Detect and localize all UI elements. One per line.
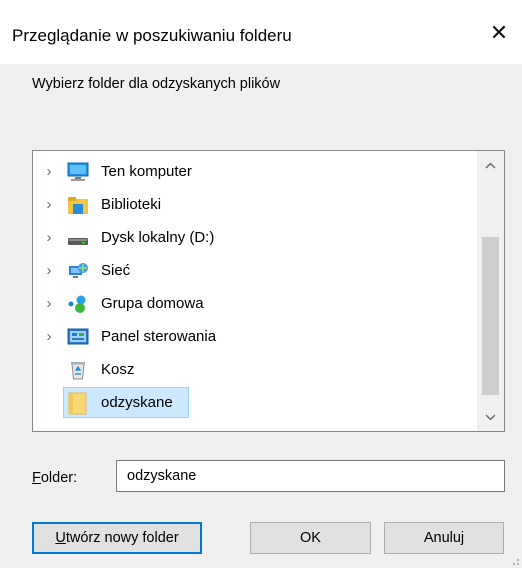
network-icon [67, 261, 89, 281]
tree-item-label: Grupa domowa [101, 294, 204, 312]
tree-item-biblioteki[interactable]: › Biblioteki [33, 188, 477, 221]
tree-item-dysk-lokalny[interactable]: › Dysk lokalny (D:) [33, 221, 477, 254]
folder-tree[interactable]: › Ten komputer › Biblioteki › Dysk lokal… [32, 150, 505, 432]
folder-label-text: older: [40, 470, 78, 486]
tree-item-panel-sterowania[interactable]: › Panel sterowania [33, 320, 477, 353]
expand-arrow-icon[interactable]: › [43, 229, 55, 246]
tree-item-kosz[interactable]: Kosz [33, 353, 477, 386]
new-folder-button[interactable]: Utwórz nowy folder [32, 522, 202, 554]
tree-items: › Ten komputer › Biblioteki › Dysk lokal… [33, 155, 477, 419]
new-folder-accesskey: U [55, 530, 66, 546]
tree-item-label: Ten komputer [101, 162, 192, 180]
tree-item-siec[interactable]: › Sieć [33, 254, 477, 287]
vertical-scrollbar[interactable] [477, 151, 504, 431]
recycle-bin-icon [67, 360, 89, 380]
computer-icon [67, 162, 89, 182]
chevron-up-icon [485, 162, 496, 168]
resize-grip-icon[interactable] [508, 554, 520, 566]
expand-arrow-icon[interactable]: › [43, 262, 55, 279]
tree-item-ten-komputer[interactable]: › Ten komputer [33, 155, 477, 188]
tree-item-odzyskane[interactable]: odzyskane [33, 386, 477, 419]
cancel-button[interactable]: Anuluj [384, 522, 504, 554]
control-panel-icon [67, 327, 89, 347]
scroll-down-button[interactable] [477, 403, 504, 431]
folder-label: Folder: [32, 470, 77, 486]
expand-arrow-icon[interactable]: › [43, 328, 55, 345]
close-icon: ✕ [489, 20, 509, 45]
tree-item-label: Biblioteki [101, 195, 162, 213]
tree-item-label: Dysk lokalny (D:) [101, 228, 215, 246]
expand-arrow-icon[interactable]: › [43, 163, 55, 180]
folder-name-input[interactable] [116, 460, 505, 492]
drive-icon [67, 228, 89, 248]
tree-item-label: odzyskane [101, 393, 173, 411]
instruction-text: Wybierz folder dla odzyskanych plików [32, 76, 281, 92]
tree-item-grupa-domowa[interactable]: › Grupa domowa [33, 287, 477, 320]
chevron-down-icon [485, 414, 496, 420]
close-button[interactable]: ✕ [476, 12, 522, 54]
scroll-up-button[interactable] [477, 151, 504, 179]
title-bar[interactable]: Przeglądanie w poszukiwaniu folderu ✕ [0, 0, 522, 64]
expand-arrow-icon[interactable]: › [43, 295, 55, 312]
homegroup-icon [67, 294, 89, 314]
libraries-icon [67, 195, 89, 215]
dialog-title: Przeglądanie w poszukiwaniu folderu [12, 26, 292, 45]
folder-icon [67, 392, 89, 414]
expand-arrow-icon[interactable]: › [43, 196, 55, 213]
tree-item-label: Sieć [101, 261, 131, 279]
new-folder-label: twórz nowy folder [65, 530, 179, 546]
tree-item-label: Panel sterowania [101, 327, 217, 345]
tree-item-label: Kosz [101, 360, 135, 378]
ok-button[interactable]: OK [250, 522, 371, 554]
scrollbar-thumb[interactable] [482, 237, 499, 395]
folder-label-accesskey: F [32, 470, 41, 486]
